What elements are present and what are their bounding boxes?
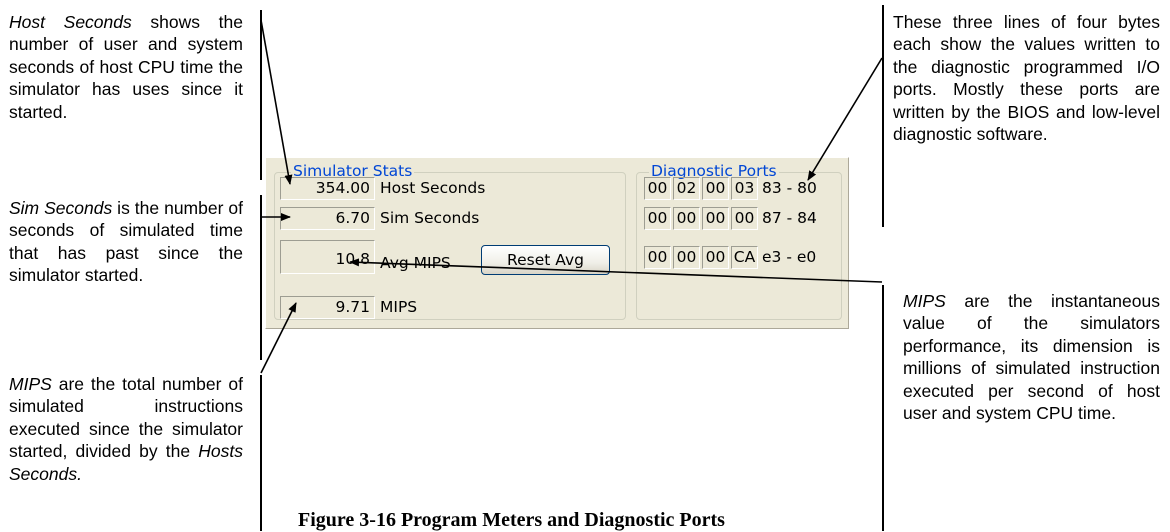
annotation-arrows bbox=[260, 19, 883, 374]
mips-arrow bbox=[260, 302, 297, 374]
diagnostic-ports-arrow bbox=[807, 57, 883, 181]
avg-mips-arrow bbox=[349, 258, 883, 283]
figure-caption: Figure 3-16 Program Meters and Diagnosti… bbox=[298, 509, 725, 531]
host-seconds-arrow bbox=[260, 19, 293, 185]
